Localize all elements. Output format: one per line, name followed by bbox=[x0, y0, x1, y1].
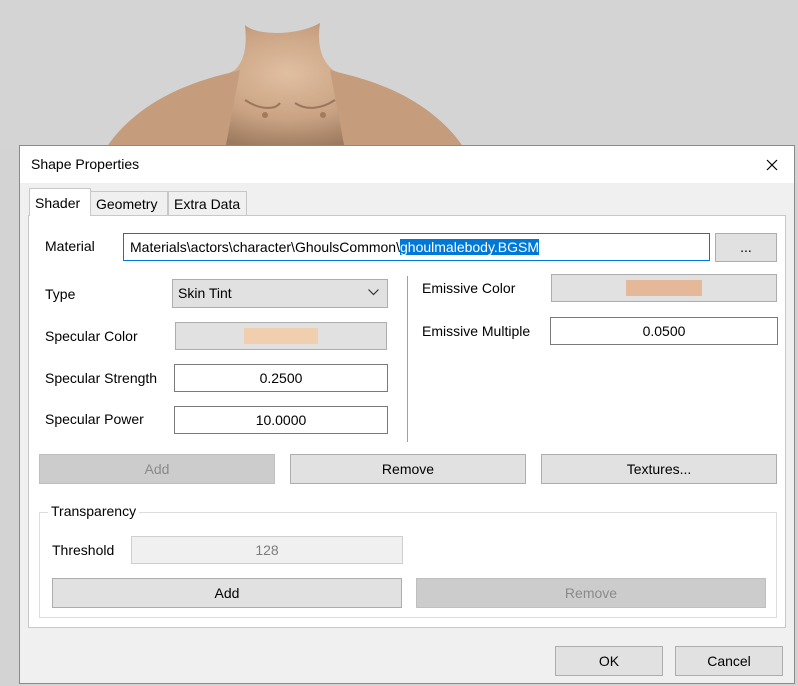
specular-strength-input[interactable]: 0.2500 bbox=[174, 364, 388, 392]
tab-extra-data[interactable]: Extra Data bbox=[168, 191, 247, 215]
column-divider bbox=[407, 276, 408, 442]
emissive-multiple-input[interactable]: 0.0500 bbox=[550, 317, 778, 345]
remove-shader-button[interactable]: Remove bbox=[290, 454, 526, 484]
specular-color-label: Specular Color bbox=[45, 328, 138, 344]
dialog-title: Shape Properties bbox=[31, 156, 140, 172]
close-button[interactable] bbox=[749, 146, 794, 183]
material-path-field[interactable]: Materials\actors\character\GhoulsCommon\… bbox=[123, 233, 710, 261]
add-shader-button[interactable]: Add bbox=[39, 454, 275, 484]
transparency-group: Transparency Threshold 128 Add Remove bbox=[39, 503, 777, 618]
torso-model-preview bbox=[105, 23, 465, 150]
3d-viewport[interactable] bbox=[0, 0, 798, 150]
material-path-selected: ghoulmalebody.BGSM bbox=[400, 239, 540, 255]
material-label: Material bbox=[45, 238, 95, 254]
threshold-input[interactable]: 128 bbox=[131, 536, 403, 564]
specular-strength-label: Specular Strength bbox=[45, 370, 158, 386]
shape-properties-dialog: Shape Properties Shader Geometry Extra D… bbox=[19, 145, 795, 684]
tab-shader[interactable]: Shader bbox=[29, 188, 91, 216]
specular-color-swatch bbox=[244, 328, 318, 344]
browse-material-button[interactable]: ... bbox=[715, 233, 777, 262]
add-transparency-button[interactable]: Add bbox=[52, 578, 402, 608]
emissive-color-label: Emissive Color bbox=[422, 280, 516, 296]
specular-power-input[interactable]: 10.0000 bbox=[174, 406, 388, 434]
close-icon bbox=[766, 159, 777, 170]
ok-button[interactable]: OK bbox=[555, 646, 663, 676]
shader-panel: Material Materials\actors\character\Ghou… bbox=[28, 215, 786, 628]
tab-geometry[interactable]: Geometry bbox=[90, 191, 168, 215]
transparency-group-label: Transparency bbox=[48, 503, 140, 519]
emissive-color-picker[interactable] bbox=[551, 274, 777, 302]
remove-transparency-button[interactable]: Remove bbox=[416, 578, 766, 608]
textures-button[interactable]: Textures... bbox=[541, 454, 777, 484]
emissive-multiple-label: Emissive Multiple bbox=[422, 323, 531, 339]
type-selected-value: Skin Tint bbox=[178, 285, 232, 301]
specular-power-label: Specular Power bbox=[45, 411, 144, 427]
specular-color-picker[interactable] bbox=[175, 322, 387, 350]
type-dropdown[interactable]: Skin Tint bbox=[172, 279, 388, 308]
emissive-color-swatch bbox=[626, 280, 702, 296]
cancel-button[interactable]: Cancel bbox=[675, 646, 783, 676]
chevron-down-icon bbox=[368, 289, 379, 296]
title-bar: Shape Properties bbox=[20, 146, 794, 183]
material-path-prefix: Materials\actors\character\GhoulsCommon\ bbox=[130, 239, 400, 255]
type-label: Type bbox=[45, 286, 76, 302]
threshold-label: Threshold bbox=[52, 542, 115, 558]
